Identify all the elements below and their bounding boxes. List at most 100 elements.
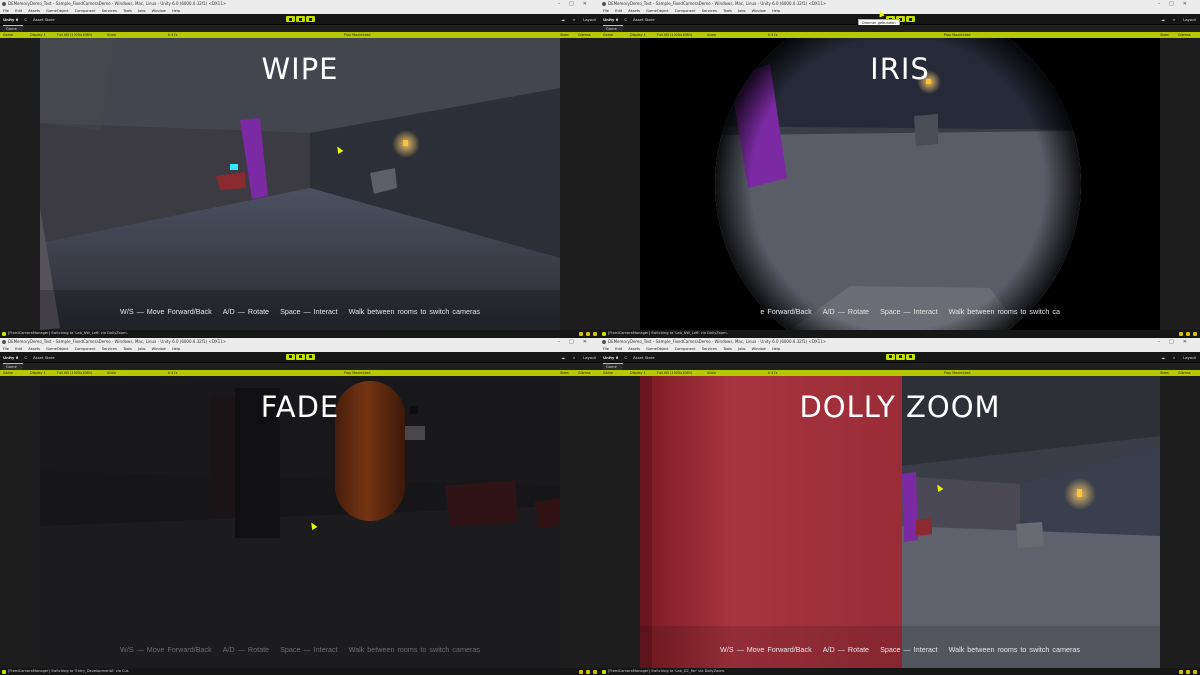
cloud-icon[interactable]: ☁ [561,17,565,22]
asset-store-button[interactable]: Asset Store [633,355,655,360]
menu-gameobject[interactable]: GameObject [46,9,68,13]
step-button[interactable] [306,353,315,360]
bell-icon[interactable] [593,669,597,674]
menu-help[interactable]: Help [172,9,180,13]
error-icon[interactable] [1186,332,1190,336]
menu-edit[interactable]: Edit [15,347,22,351]
cloud-icon[interactable]: ☁ [561,355,565,360]
menu-gameobject[interactable]: GameObject [646,347,668,351]
menu-window[interactable]: Window [152,347,166,351]
menu-component[interactable]: Component [75,347,96,351]
error-icon[interactable] [586,669,590,674]
menu-help[interactable]: Help [772,347,780,351]
unity-account-button[interactable]: Unity 6 [3,355,18,360]
play-controls [286,16,315,22]
layout-dropdown[interactable]: Layout [583,17,596,22]
error-icon[interactable] [1186,669,1190,674]
layout-dropdown[interactable]: Layout [583,355,596,360]
game-viewport[interactable]: FADE W/S — Move Forward/Back A/D — Rotat… [40,375,560,668]
menu-edit[interactable]: Edit [615,9,622,13]
menu-tools[interactable]: Tools [123,347,132,351]
menu-gameobject[interactable]: GameObject [46,347,68,351]
window-controls[interactable]: –□✕ [558,0,596,8]
menu-assets[interactable]: Assets [628,347,640,351]
menu-edit[interactable]: Edit [15,9,22,13]
warning-icon[interactable] [579,332,583,336]
game-viewport[interactable]: DOLLY ZOOM W/S — Move Forward/Back A/D —… [640,375,1160,668]
menu-component[interactable]: Component [75,9,96,13]
menu-jobs[interactable]: Jobs [738,9,745,13]
cloud-account-button[interactable]: C [24,17,27,22]
editor-window-iris: DEMemoryDemo_Test - Sample_FixedCameraDe… [600,0,1200,338]
cloud-icon[interactable]: ☁ [1161,355,1165,360]
bell-icon[interactable] [1193,332,1197,336]
step-button[interactable] [906,353,915,360]
cloud-account-button[interactable]: C [624,17,627,22]
unity-account-button[interactable]: Unity 6 [603,17,618,22]
pause-button[interactable] [296,353,305,360]
menu-component[interactable]: Component [675,347,696,351]
error-icon[interactable] [586,332,590,336]
asset-store-button[interactable]: Asset Store [33,17,55,22]
menu-tools[interactable]: Tools [723,9,732,13]
menu-window[interactable]: Window [752,347,766,351]
pause-button[interactable] [896,353,905,360]
search-icon[interactable]: ⌕ [1173,17,1175,22]
cloud-account-button[interactable]: C [24,355,27,360]
menu-edit[interactable]: Edit [615,347,622,351]
cloud-account-button[interactable]: C [624,355,627,360]
menu-services[interactable]: Services [702,9,717,13]
search-icon[interactable]: ⌕ [573,355,575,360]
cloud-icon[interactable]: ☁ [1161,17,1165,22]
menu-jobs[interactable]: Jobs [738,347,745,351]
warning-icon[interactable] [1179,669,1183,674]
play-button[interactable] [886,353,895,360]
menu-file[interactable]: File [3,347,9,351]
play-button[interactable] [286,353,295,360]
menu-window[interactable]: Window [752,9,766,13]
menu-help[interactable]: Help [172,347,180,351]
menu-services[interactable]: Services [102,9,117,13]
game-viewport[interactable]: WIPE W/S — Move Forward/Back A/D — Rotat… [40,38,560,330]
step-button[interactable] [906,16,915,22]
window-controls[interactable]: –□✕ [1158,0,1196,8]
menu-tools[interactable]: Tools [723,347,732,351]
menu-jobs[interactable]: Jobs [138,9,145,13]
game-viewport[interactable]: IRIS W/S — Move Forward/Back A/D — Rotat… [640,38,1160,330]
pause-button[interactable] [296,16,305,22]
asset-store-button[interactable]: Asset Store [33,355,55,360]
menu-window[interactable]: Window [152,9,166,13]
layout-dropdown[interactable]: Layout [1183,17,1196,22]
menu-component[interactable]: Component [675,9,696,13]
menu-file[interactable]: File [603,347,609,351]
search-icon[interactable]: ⌕ [1173,355,1175,360]
menu-services[interactable]: Services [702,347,717,351]
bell-icon[interactable] [1193,669,1197,674]
menu-assets[interactable]: Assets [28,9,40,13]
bell-icon[interactable] [593,332,597,336]
layout-dropdown[interactable]: Layout [1183,355,1196,360]
menu-help[interactable]: Help [772,9,780,13]
unity-account-button[interactable]: Unity 6 [3,17,18,22]
hint-walk: Walk between rooms to switch cameras [348,644,480,654]
asset-store-button[interactable]: Asset Store [633,17,655,22]
menu-services[interactable]: Services [102,347,117,351]
step-button[interactable] [306,16,315,22]
window-controls[interactable]: –□✕ [1158,338,1196,346]
letterbox-right [1160,375,1200,668]
unity-account-button[interactable]: Unity 6 [603,355,618,360]
play-button[interactable] [286,16,295,22]
warning-icon[interactable] [579,669,583,674]
menu-assets[interactable]: Assets [28,347,40,351]
window-controls[interactable]: –□✕ [558,338,596,346]
warning-icon[interactable] [1179,332,1183,336]
menu-tools[interactable]: Tools [123,9,132,13]
menu-jobs[interactable]: Jobs [138,347,145,351]
hint-interact: Space — Interact [280,644,338,654]
search-icon[interactable]: ⌕ [573,17,575,22]
menu-file[interactable]: File [603,9,609,13]
menu-gameobject[interactable]: GameObject [646,9,668,13]
menu-file[interactable]: File [3,9,9,13]
menu-assets[interactable]: Assets [628,9,640,13]
unity-logo-icon [602,339,606,344]
